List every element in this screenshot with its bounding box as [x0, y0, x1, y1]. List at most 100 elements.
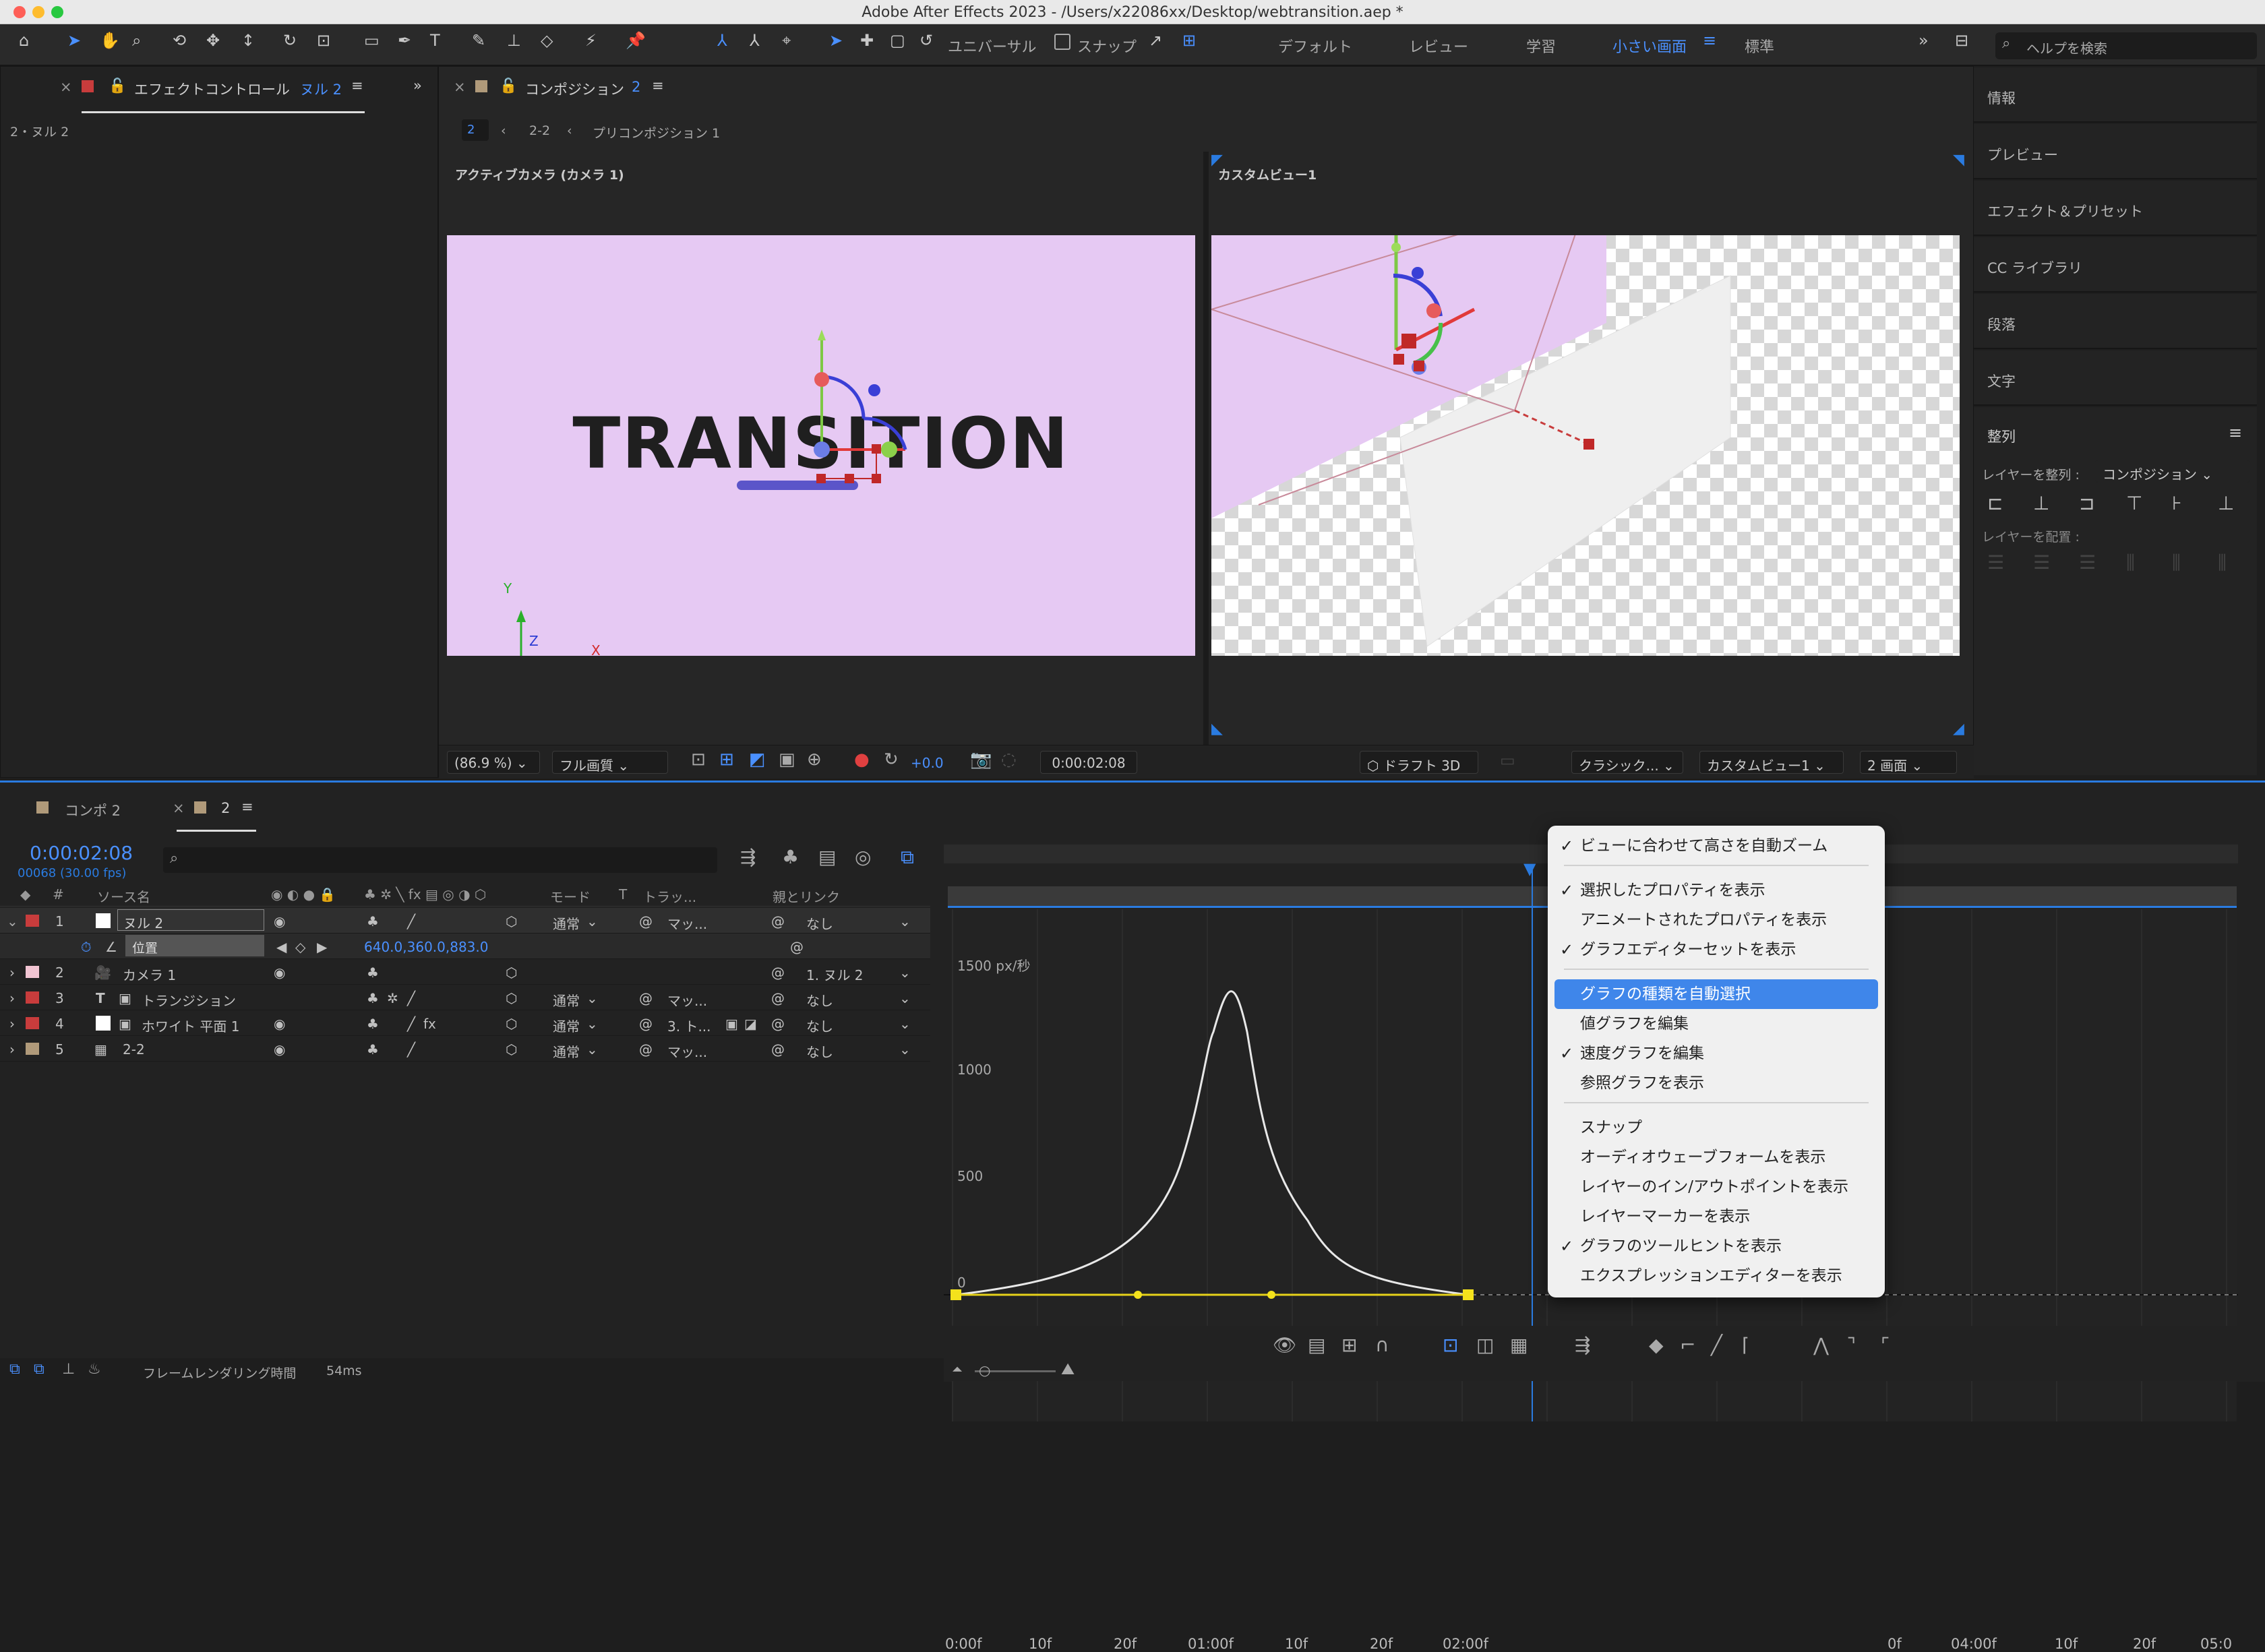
3d-layer-switch-icon[interactable]: ⬡ [506, 990, 517, 1006]
matte-invert-icon[interactable]: ◪ [744, 1016, 757, 1032]
easy-ease-out-icon[interactable]: ⌜ [1881, 1334, 1890, 1356]
workspace-learn[interactable]: 学習 [1526, 35, 1556, 57]
menu-item-show-graph-editor-set[interactable]: ✓ グラフエディターセットを表示 [1548, 935, 1885, 965]
layer-name[interactable]: カメラ 1 [123, 965, 176, 984]
separate-dimensions-icon[interactable]: ⇶ [1575, 1334, 1590, 1356]
motion-blur-icon[interactable]: ◎ [855, 846, 871, 868]
playhead-handle[interactable]: ▼ [1523, 859, 1536, 878]
grid-guides-icon[interactable]: ⊕ [807, 749, 822, 770]
home-icon[interactable]: ⌂ [19, 31, 29, 50]
next-keyframe-icon[interactable]: ▶ [317, 939, 327, 955]
effect-controls-tab[interactable]: エフェクトコントロール [134, 79, 290, 99]
zoom-dropdown[interactable]: (86.9 %) ⌄ [447, 751, 540, 774]
layer-row-3[interactable]: › 3 T ▣ トランジション ♣ ✲ ╱ ⬡ 通常 ⌄ @ マッ... @ な… [0, 985, 930, 1010]
track-matte-link-icon[interactable]: @ [639, 1041, 653, 1058]
3d-layer-switch-icon[interactable]: ⬡ [506, 913, 517, 929]
menu-item-show-layer-in-out[interactable]: レイヤーのイン/アウトポイントを表示 [1548, 1172, 1885, 1202]
track-matte-link-icon[interactable]: @ [639, 990, 653, 1006]
layer-mode-dropdown[interactable]: 通常 [553, 990, 580, 1010]
track-matte-dropdown[interactable]: マッ... [667, 1041, 707, 1061]
brush-tool-icon[interactable]: ✎ [472, 31, 485, 50]
distribute-hcenter-icon[interactable]: ⫼ [2172, 551, 2181, 574]
menu-item-auto-zoom-height[interactable]: ✓ ビューに合わせて高さを自動ズーム [1548, 831, 1885, 861]
pen-tool-icon[interactable]: ✒ [398, 31, 411, 50]
3d-layer-switch-icon[interactable]: ⬡ [506, 1041, 517, 1058]
more-workspaces-icon[interactable]: » [1919, 31, 1929, 50]
type-tool-icon[interactable]: T [430, 31, 440, 50]
render-time-toggle-icon[interactable]: ♨ [88, 1361, 101, 1378]
zoom-slider-handle[interactable]: ○ [979, 1362, 990, 1378]
parent-dropdown[interactable]: なし [806, 990, 833, 1010]
source-name-header[interactable]: ソース名 [97, 886, 150, 906]
expand-icon[interactable]: › [9, 1041, 15, 1058]
distribute-right-icon[interactable]: ⫼ [2218, 551, 2227, 574]
show-snapshot-icon[interactable]: ◌ [1001, 749, 1017, 770]
expand-icon[interactable]: › [9, 965, 15, 981]
universal-scale-icon[interactable]: ▢ [890, 31, 905, 50]
snap-options-icon[interactable]: ↗ [1149, 31, 1162, 50]
puppet-tool-icon[interactable]: 📌 [626, 31, 646, 50]
rectangle-tool-icon[interactable]: ▭ [364, 31, 380, 50]
panel-menu-icon[interactable]: ≡ [652, 78, 664, 94]
menu-item-show-layer-markers[interactable]: レイヤーマーカーを表示 [1548, 1202, 1885, 1231]
close-tab-icon[interactable]: × [173, 800, 185, 816]
modes-toggle-icon[interactable]: ⧉ [34, 1361, 44, 1378]
align-hcenter-icon[interactable]: ⊥ [2033, 492, 2049, 514]
panel-menu-icon[interactable]: ≡ [241, 799, 253, 815]
close-tab-icon[interactable]: × [60, 79, 72, 95]
layer-switches-toggle-icon[interactable]: ⧉ [9, 1361, 20, 1378]
pan-camera-icon[interactable]: ✥ [206, 31, 220, 50]
exposure-value[interactable]: +0.0 [911, 755, 944, 771]
track-matte-link-icon[interactable]: @ [639, 913, 653, 929]
current-timecode[interactable]: 0:00:02:08 [30, 842, 133, 864]
view-axis-icon[interactable]: ⌖ [782, 31, 791, 50]
prev-keyframe-icon[interactable]: ◀ [276, 939, 286, 955]
snapshot-icon[interactable]: 📷 [970, 749, 992, 770]
easy-ease-in-icon[interactable]: ⌝ [1847, 1334, 1856, 1356]
shy-switch-icon[interactable]: ♣ [367, 913, 379, 929]
help-search[interactable]: ⌕ ヘルプを検索 [1995, 32, 2257, 59]
preview-panel[interactable]: プレビュー [1974, 124, 2257, 179]
shy-switch-icon[interactable]: ♣ [367, 965, 379, 981]
quality-switch-icon[interactable]: ╱ [407, 1041, 415, 1058]
align-left-icon[interactable]: ⊏ [1987, 492, 2003, 514]
align-bottom-icon[interactable]: ⊥ [2218, 492, 2234, 514]
distribute-top-icon[interactable]: ☰ [1987, 551, 2004, 574]
layer-label-color[interactable] [26, 966, 39, 978]
mask-path-icon[interactable]: ◩ [749, 749, 766, 770]
universal-rotate-icon[interactable]: ↺ [919, 31, 933, 50]
menu-item-show-graph-tooltips[interactable]: ✓ グラフのツールヒントを表示 [1548, 1231, 1885, 1261]
auto-bezier-icon[interactable]: ⌈ [1742, 1334, 1749, 1356]
collapse-switch-icon[interactable]: ✲ [387, 990, 398, 1006]
parent-dropdown[interactable]: 1. ヌル 2 [806, 965, 864, 984]
null-gizmo[interactable] [447, 235, 1195, 656]
parent-dropdown[interactable]: なし [806, 913, 833, 933]
renderer-button[interactable]: ⬡ ドラフト 3D [1360, 751, 1478, 774]
layer-row-4[interactable]: › 4 ▣ ホワイト 平面 1 ◉ ♣ ╱ fx ⬡ 通常 ⌄ @ 3. ト..… [0, 1010, 930, 1036]
zoom-tool-icon[interactable]: ⌕ [132, 31, 141, 50]
eraser-tool-icon[interactable]: ◇ [541, 31, 553, 50]
quality-switch-icon[interactable]: ╱ [407, 1016, 415, 1032]
pickwhip-icon[interactable]: @ [771, 965, 785, 981]
layer-name[interactable]: トランジション [142, 990, 236, 1010]
hold-keyframe-icon[interactable]: ⌐ [1680, 1334, 1695, 1356]
in-out-toggle-icon[interactable]: ⊥ [62, 1361, 75, 1378]
graph-editor-toggle-icon[interactable]: ⧉ [901, 846, 914, 869]
quality-dropdown[interactable]: フル画質 ⌄ [552, 751, 668, 774]
layer-mode-dropdown[interactable]: 通常 [553, 1016, 580, 1035]
custom-view-viewer[interactable] [1211, 235, 1960, 656]
shy-switch-icon[interactable]: ♣ [367, 990, 379, 1006]
menu-item-snap[interactable]: スナップ [1548, 1113, 1885, 1142]
layer-name[interactable]: ホワイト 平面 1 [142, 1016, 239, 1035]
workspace-menu-icon[interactable]: ≡ [1703, 31, 1716, 50]
zoom-in-icon[interactable]: ⛰ [1061, 1359, 1075, 1378]
layer-label-color[interactable] [26, 1017, 39, 1029]
fit-all-icon[interactable]: ▦ [1510, 1334, 1528, 1356]
rotation-tool-icon[interactable]: ↻ [283, 31, 297, 50]
3d-view-icon[interactable]: ▭ [1500, 751, 1515, 770]
graph-icon[interactable]: ∠ [105, 939, 117, 955]
parent-dropdown[interactable]: なし [806, 1041, 833, 1061]
menu-item-show-reference-graph[interactable]: 参照グラフを表示 [1548, 1068, 1885, 1098]
track-matte-link-icon[interactable]: @ [639, 1016, 653, 1032]
workspace-default[interactable]: デフォルト [1278, 35, 1352, 57]
